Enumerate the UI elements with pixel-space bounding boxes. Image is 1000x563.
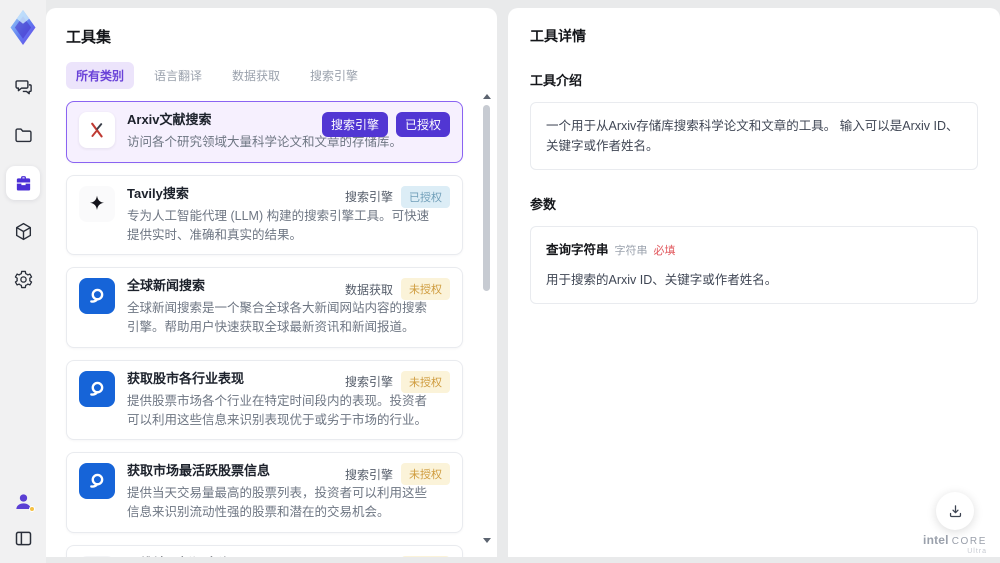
panel-toggle-icon[interactable] [12, 527, 34, 549]
global-news-icon [79, 370, 115, 407]
settings-gear-icon[interactable] [12, 268, 34, 290]
user-status-dot [29, 506, 35, 512]
parameter-type: 字符串 [614, 245, 648, 257]
tool-card-body: 万维地区新闻查询 查询具体行政区划内的新闻，快速了解各地新闻动 搜索引擎 未授权 [127, 555, 450, 557]
intro-text: 一个用于从Arxiv存储库搜索科学论文和文章的工具。 输入可以是Arxiv ID… [546, 119, 959, 153]
intro-heading: 工具介绍 [530, 73, 583, 88]
scroll-up-arrow[interactable] [483, 94, 491, 99]
tool-card-body: Tavily搜索 专为人工智能代理 (LLM) 构建的搜索引擎工具。可快速提供实… [127, 185, 450, 245]
tool-badges: 搜索引擎 未授权 [344, 463, 450, 486]
tool-card-most-active-stocks[interactable]: 获取市场最活跃股票信息 提供当天交易量最高的股票列表，投资者可以利用这些信息来识… [66, 452, 463, 533]
params-heading: 参数 [530, 197, 557, 212]
tool-badges: 搜索引擎 已授权 [344, 185, 450, 208]
tool-description: 全球新闻搜索是一个聚合全球各大新闻网站内容的搜索引擎。帮助用户快速获取全球最新资… [127, 301, 428, 334]
tool-card-body: 获取股市各行业表现 提供股票市场各个行业在特定时间段内的表现。投资者可以利用这些… [127, 370, 450, 430]
tool-card-body: Arxiv文献搜索 访问各个研究领域大量科学论文和文章的存储库。 搜索引擎 已授… [127, 112, 450, 152]
tool-card-tavily[interactable]: Tavily搜索 专为人工智能代理 (LLM) 构建的搜索引擎工具。可快速提供实… [66, 174, 463, 256]
download-icon [949, 504, 961, 517]
user-avatar-icon[interactable] [12, 490, 35, 512]
tool-badges: 搜索引擎 未授权 [344, 370, 450, 393]
tool-description: 提供股票市场各个行业在特定时间段内的表现。投资者可以利用这些信息来识别表现优于或… [127, 393, 428, 427]
parameter-name: 查询字符串 [546, 243, 609, 257]
tool-badges: 搜索引擎 已授权 [321, 112, 450, 137]
tab-all-categories[interactable]: 所有类别 [66, 62, 135, 89]
parameter-box: 查询字符串 字符串 必填 用于搜索的Arxiv ID、关键字或作者姓名。 [530, 226, 978, 304]
tool-badges: 搜索引擎 未授权 [345, 555, 450, 557]
parameter-description: 用于搜索的Arxiv ID、关键字或作者姓名。 [546, 272, 778, 287]
app-window: 工具集 所有类别 语言翻译 数据获取 搜索引擎 Arxiv文献搜索 访问各个研究… [0, 0, 1000, 563]
sidebar-bottom [12, 490, 35, 549]
details-panel: 工具详情 工具介绍 一个用于从Arxiv存储库搜索科学论文和文章的工具。 输入可… [508, 8, 1000, 557]
chat-icon[interactable] [12, 76, 34, 98]
tool-card-sector-performance[interactable]: 获取股市各行业表现 提供股票市场各个行业在特定时间段内的表现。投资者可以利用这些… [66, 359, 463, 441]
download-button[interactable] [936, 492, 975, 530]
parameter-header: 查询字符串 字符串 必填 [546, 240, 962, 261]
global-news-icon [79, 278, 115, 315]
arxiv-icon [79, 112, 115, 148]
tool-card-body: 全球新闻搜索 全球新闻搜索是一个聚合全球各大新闻网站内容的搜索引擎。帮助用户快速… [127, 278, 450, 337]
tool-card-regional-news[interactable]: 万维地区新闻查询 查询具体行政区划内的新闻，快速了解各地新闻动 搜索引擎 未授权 [66, 544, 463, 557]
tab-data-acquisition[interactable]: 数据获取 [222, 62, 290, 89]
intro-box: 一个用于从Arxiv存储库搜索科学论文和文章的工具。 输入可以是Arxiv ID… [530, 102, 978, 170]
tools-panel: 工具集 所有类别 语言翻译 数据获取 搜索引擎 Arxiv文献搜索 访问各个研究… [46, 8, 497, 557]
scroll-down-arrow[interactable] [483, 538, 491, 543]
intel-core-logo: intel CORE [923, 534, 987, 547]
floating-corner: intel CORE Ultra [923, 492, 987, 555]
status-badge: 未授权 [401, 555, 450, 557]
regional-news-icon [79, 555, 115, 557]
app-logo-icon [8, 10, 38, 45]
icon-sidebar [0, 0, 46, 563]
sidebar-nav [6, 76, 40, 290]
tool-card-arxiv[interactable]: Arxiv文献搜索 访问各个研究领域大量科学论文和文章的存储库。 搜索引擎 已授… [66, 101, 463, 163]
brand-ultra: Ultra [967, 548, 987, 555]
global-news-icon [79, 463, 115, 500]
category-badge: 搜索引擎 [321, 112, 388, 137]
tab-search-engine[interactable]: 搜索引擎 [300, 62, 368, 89]
list-scrollbar [482, 94, 492, 543]
tab-language-translation[interactable]: 语言翻译 [144, 62, 212, 89]
status-badge: 未授权 [401, 370, 450, 393]
scrollbar-thumb[interactable] [483, 105, 490, 291]
category-tabs: 所有类别 语言翻译 数据获取 搜索引擎 [66, 62, 477, 89]
brand-core: CORE [951, 536, 987, 547]
category-label: 搜索引擎 [344, 467, 393, 482]
tool-list: Arxiv文献搜索 访问各个研究领域大量科学论文和文章的存储库。 搜索引擎 已授… [66, 101, 477, 557]
status-badge: 未授权 [401, 278, 450, 301]
tools-panel-title: 工具集 [66, 29, 112, 46]
package-icon[interactable] [12, 220, 34, 242]
folder-icon[interactable] [12, 124, 34, 146]
status-badge: 未授权 [401, 463, 450, 486]
content-area: 工具集 所有类别 语言翻译 数据获取 搜索引擎 Arxiv文献搜索 访问各个研究… [46, 0, 1000, 563]
tavily-icon [79, 185, 115, 222]
brand-intel: intel [923, 533, 949, 547]
status-badge: 已授权 [401, 185, 450, 208]
category-label: 数据获取 [344, 282, 393, 297]
category-label: 搜索引擎 [344, 190, 393, 205]
tool-badges: 数据获取 未授权 [344, 278, 450, 301]
tool-description: 提供当天交易量最高的股票列表，投资者可以利用这些信息来识别流动性强的股票和潜在的… [127, 486, 428, 519]
category-label: 搜索引擎 [344, 375, 393, 390]
status-badge: 已授权 [395, 112, 450, 137]
tool-card-body: 获取市场最活跃股票信息 提供当天交易量最高的股票列表，投资者可以利用这些信息来识… [127, 463, 450, 522]
details-panel-title: 工具详情 [530, 28, 586, 44]
tool-card-global-news[interactable]: 全球新闻搜索 全球新闻搜索是一个聚合全球各大新闻网站内容的搜索引擎。帮助用户快速… [66, 267, 463, 348]
toolbox-icon-active[interactable] [6, 166, 40, 200]
parameter-required-label: 必填 [653, 245, 676, 257]
tool-description: 专为人工智能代理 (LLM) 构建的搜索引擎工具。可快速提供实时、准确和真实的结… [127, 208, 430, 242]
